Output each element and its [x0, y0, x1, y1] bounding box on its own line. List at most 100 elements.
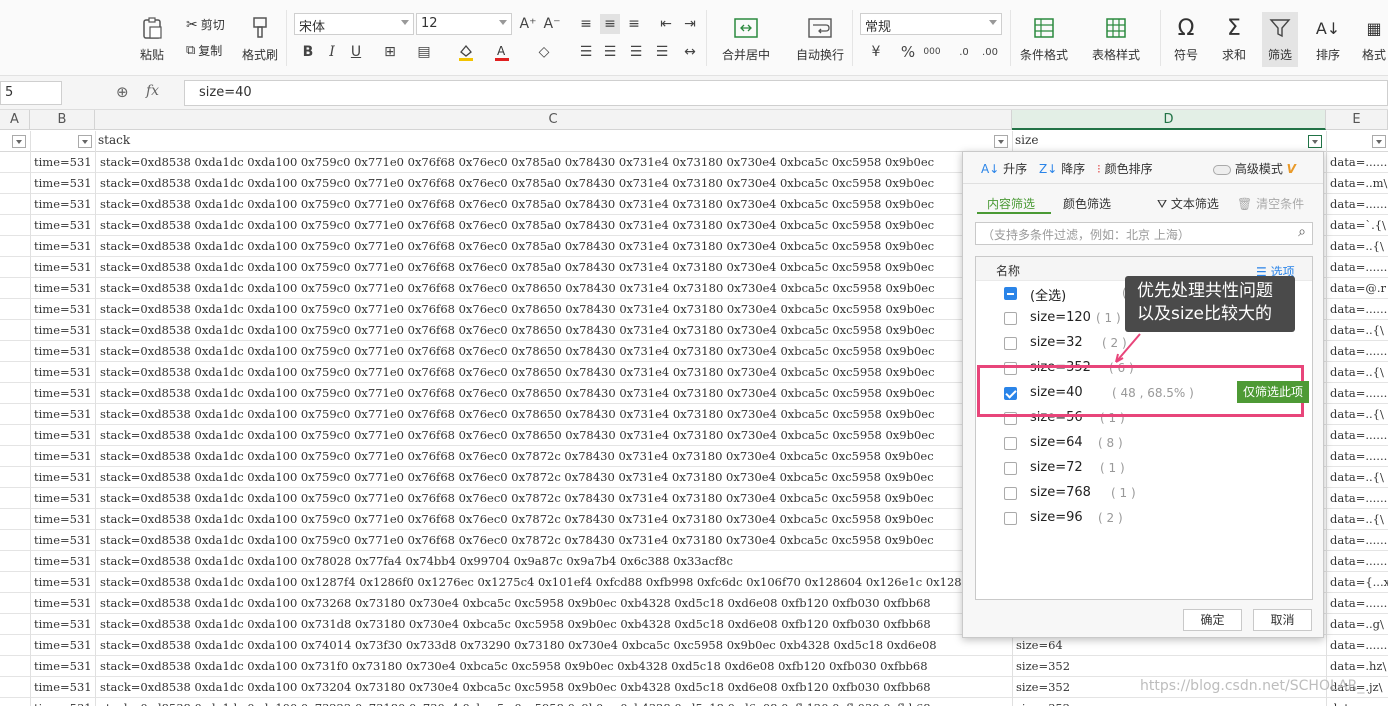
- checkbox[interactable]: [1004, 337, 1017, 350]
- column-header-b[interactable]: B: [30, 110, 95, 130]
- cell-data[interactable]: data=@.r: [1330, 281, 1388, 295]
- align-center-icon[interactable]: ☰: [600, 42, 620, 62]
- cell-time[interactable]: time=531: [34, 344, 94, 358]
- cell-size[interactable]: size=352: [1016, 659, 1316, 673]
- cell-stack[interactable]: stack=0xd8538 0xda1dc 0xda100 0x759c0 0x…: [100, 281, 1005, 295]
- cell-time[interactable]: time=531: [34, 596, 94, 610]
- tab-content-filter[interactable]: 内容筛选: [987, 195, 1035, 212]
- decrease-decimal-icon[interactable]: .00: [980, 42, 1000, 62]
- cell-time[interactable]: time=531: [34, 197, 94, 211]
- align-top-icon[interactable]: ≡: [576, 14, 596, 34]
- cell-time[interactable]: time=531: [34, 176, 94, 190]
- cell-time[interactable]: time=531: [34, 428, 94, 442]
- cell-time[interactable]: time=531: [34, 155, 94, 169]
- filter-dropdown-e[interactable]: [1372, 135, 1386, 148]
- align-left-icon[interactable]: ☰: [576, 42, 596, 62]
- cell-time[interactable]: time=531: [34, 638, 94, 652]
- align-right-icon[interactable]: ☰: [626, 42, 646, 62]
- distribute-icon[interactable]: ↔: [680, 42, 700, 62]
- cell-data[interactable]: data=.hz\: [1330, 659, 1388, 673]
- checkbox[interactable]: [1004, 512, 1017, 525]
- percent-icon[interactable]: %: [898, 42, 918, 62]
- checkbox[interactable]: [1004, 287, 1017, 300]
- cell-stack[interactable]: stack=0xd8538 0xda1dc 0xda100 0x78028 0x…: [100, 554, 1005, 568]
- cell-stack[interactable]: stack=0xd8538 0xda1dc 0xda100 0x759c0 0x…: [100, 176, 1005, 190]
- zoom-icon[interactable]: ⊕: [116, 83, 129, 101]
- filter-dropdown-a[interactable]: [12, 135, 26, 148]
- number-format-select[interactable]: 常规: [860, 13, 1002, 35]
- cell-data[interactable]: data=..g\: [1330, 617, 1388, 631]
- filter-item[interactable]: size=768 ( 1 ): [976, 481, 1312, 506]
- cell-data[interactable]: data=..m\: [1330, 176, 1388, 190]
- cell-data[interactable]: data=..{\: [1330, 512, 1388, 526]
- cell-data[interactable]: data=......: [1330, 386, 1388, 400]
- cell-data[interactable]: data=......: [1330, 533, 1388, 547]
- align-middle-icon[interactable]: ≡: [600, 14, 620, 34]
- cell-time[interactable]: time=531: [34, 281, 94, 295]
- border-icon[interactable]: ⊞: [380, 42, 400, 62]
- cell-time[interactable]: time=531: [34, 659, 94, 673]
- cell-time[interactable]: time=531: [34, 575, 94, 589]
- color-sort-button[interactable]: ⁝ 颜色排序: [1097, 160, 1153, 177]
- cell-stack[interactable]: stack=0xd8538 0xda1dc 0xda100 0x73268 0x…: [100, 596, 1005, 610]
- cell-stack[interactable]: stack=0xd8538 0xda1dc 0xda100 0x73204 0x…: [100, 680, 1005, 694]
- advanced-mode-toggle[interactable]: 高级模式 V: [1213, 160, 1296, 177]
- table-style-button[interactable]: 表格样式: [1092, 14, 1140, 63]
- cell-stack[interactable]: stack=0xd8538 0xda1dc 0xda100 0x731d8 0x…: [100, 617, 1005, 631]
- cell-data[interactable]: data=......: [1330, 428, 1388, 442]
- cut-button[interactable]: ✂ 剪切: [186, 16, 225, 33]
- cell-stack[interactable]: stack=0xd8538 0xda1dc 0xda100 0x73222 0x…: [100, 701, 1005, 706]
- cell-time[interactable]: time=531: [34, 533, 94, 547]
- checkbox[interactable]: [1004, 462, 1017, 475]
- cell-data[interactable]: data={...x: [1330, 575, 1388, 589]
- fill-color-icon[interactable]: [456, 42, 476, 62]
- filter-item[interactable]: size=64 ( 8 ): [976, 431, 1312, 456]
- ok-button[interactable]: 确定: [1183, 609, 1242, 631]
- underline-icon[interactable]: U: [346, 42, 366, 62]
- cell-data[interactable]: data=......: [1330, 449, 1388, 463]
- paste-button[interactable]: 粘贴: [138, 14, 166, 63]
- cell-time[interactable]: time=531: [34, 680, 94, 694]
- copy-button[interactable]: ⧉ 复制: [186, 42, 222, 59]
- cell-time[interactable]: time=531: [34, 323, 94, 337]
- cell-size[interactable]: size=352: [1016, 701, 1316, 706]
- cell-data[interactable]: data=......: [1330, 302, 1388, 316]
- column-header-c[interactable]: C: [95, 110, 1012, 130]
- cell-time[interactable]: time=531: [34, 386, 94, 400]
- cell-stack[interactable]: stack=0xd8538 0xda1dc 0xda100 0x759c0 0x…: [100, 239, 1005, 253]
- increase-decimal-icon[interactable]: .0: [954, 42, 974, 62]
- cell-stack[interactable]: stack=0xd8538 0xda1dc 0xda100 0x731f0 0x…: [100, 659, 1005, 673]
- cell-size[interactable]: size=64: [1016, 638, 1316, 652]
- checkbox[interactable]: [1004, 487, 1017, 500]
- filter-dropdown-b[interactable]: [78, 135, 92, 148]
- cell-data[interactable]: data=`.{\: [1330, 218, 1388, 232]
- filter-item[interactable]: size=72 ( 1 ): [976, 456, 1312, 481]
- increase-font-icon[interactable]: A⁺: [518, 14, 538, 34]
- align-bottom-icon[interactable]: ≡: [624, 14, 644, 34]
- cell-time[interactable]: time=531: [34, 512, 94, 526]
- cell-stack[interactable]: stack=0xd8538 0xda1dc 0xda100 0x759c0 0x…: [100, 491, 1005, 505]
- cancel-button[interactable]: 取消: [1253, 609, 1312, 631]
- cell-stack[interactable]: stack=0xd8538 0xda1dc 0xda100 0x759c0 0x…: [100, 344, 1005, 358]
- indent-decrease-icon[interactable]: ⇤: [656, 14, 676, 34]
- cell-data[interactable]: data=..{\: [1330, 365, 1388, 379]
- decrease-font-icon[interactable]: A⁻: [542, 14, 562, 34]
- cell-time[interactable]: time=531: [34, 701, 94, 706]
- tab-color-filter[interactable]: 颜色筛选: [1063, 195, 1111, 212]
- cell-stack[interactable]: stack=0xd8538 0xda1dc 0xda100 0x759c0 0x…: [100, 155, 1005, 169]
- cell-time[interactable]: time=531: [34, 407, 94, 421]
- cell-time[interactable]: time=531: [34, 617, 94, 631]
- cell-data[interactable]: data=..{\: [1330, 323, 1388, 337]
- merge-center-button[interactable]: 合并居中: [722, 14, 770, 63]
- cell-data[interactable]: data=......: [1330, 197, 1388, 211]
- cell-time[interactable]: time=531: [34, 470, 94, 484]
- formula-input[interactable]: size=40: [184, 80, 1388, 106]
- filter-dropdown-d[interactable]: [1308, 135, 1322, 148]
- cell-data[interactable]: data=......: [1330, 260, 1388, 274]
- cell-time[interactable]: time=531: [34, 260, 94, 274]
- cell-time[interactable]: time=531: [34, 554, 94, 568]
- column-header-e[interactable]: E: [1326, 110, 1388, 130]
- cell-data[interactable]: data=......: [1330, 596, 1388, 610]
- cell-stack[interactable]: stack=0xd8538 0xda1dc 0xda100 0x759c0 0x…: [100, 302, 1005, 316]
- cell-stack[interactable]: stack=0xd8538 0xda1dc 0xda100 0x759c0 0x…: [100, 470, 1005, 484]
